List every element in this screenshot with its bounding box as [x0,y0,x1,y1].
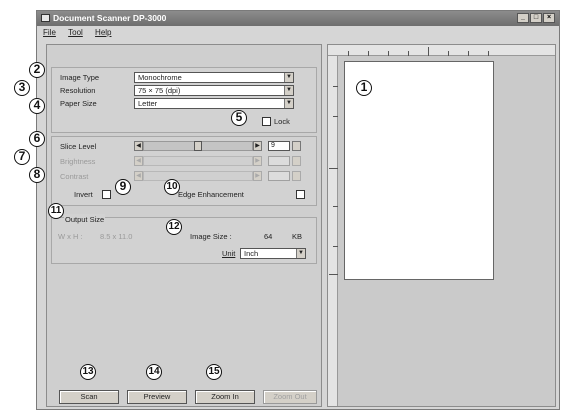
image-type-label: Image Type [60,73,100,82]
slider-thumb[interactable] [194,141,202,151]
slice-level-slider[interactable] [143,141,253,151]
chevron-down-icon: ▼ [284,73,293,82]
vertical-ruler [328,56,338,406]
callout-2: 2 [29,62,45,78]
slice-level-label: Slice Level [60,142,97,151]
menu-tool[interactable]: Tool [68,28,83,37]
preview-area [327,44,556,407]
paper-size-select[interactable]: Letter ▼ [134,98,294,109]
contrast-label: Contrast [60,172,89,181]
output-size-group: Output Size W x H : 8.5 x 11.0 Image Siz… [51,214,317,264]
slice-level-value[interactable]: 9 [268,141,290,151]
callout-13: 13 [80,364,96,380]
unit-select[interactable]: Inch ▼ [240,248,306,259]
brightness-slider[interactable] [143,156,253,166]
window-title: Document Scanner DP-3000 [53,13,167,23]
chevron-down-icon: ▼ [284,86,293,95]
callout-5: 5 [231,110,247,126]
app-icon [41,14,50,22]
edge-enhancement-label: Edge Enhancement [178,190,244,199]
title-bar: Document Scanner DP-3000 _ □ × [37,11,559,26]
image-size-value: 64 [264,232,273,241]
settings-panel: Image Type Monochrome ▼ Resolution 75 × … [46,44,322,407]
chevron-down-icon: ▼ [296,249,305,258]
contrast-left-arrow[interactable]: ◀ [134,171,143,181]
zoom-out-button[interactable]: Zoom Out [263,390,317,404]
horizontal-ruler [328,45,555,56]
callout-8: 8 [29,167,45,183]
unit-label: Unit [222,249,236,258]
scan-button[interactable]: Scan [59,390,119,404]
slice-level-left-arrow[interactable]: ◀ [134,141,143,151]
close-button[interactable]: × [543,13,555,23]
callout-14: 14 [146,364,162,380]
lock-checkbox[interactable] [262,117,271,126]
menu-bar: File Tool Help [37,26,559,39]
image-size-label: Image Size : [190,232,232,241]
invert-label: Invert [74,190,93,199]
callout-4: 4 [29,98,45,114]
contrast-right-arrow[interactable]: ▶ [253,171,262,181]
image-type-select[interactable]: Monochrome ▼ [134,72,294,83]
contrast-value[interactable] [268,171,290,181]
callout-11: 11 [48,203,64,219]
maximize-button[interactable]: □ [530,13,542,23]
lock-label: Lock [274,117,290,126]
preview-button[interactable]: Preview [127,390,187,404]
image-type-value: Monochrome [138,73,182,82]
brightness-value[interactable] [268,156,290,166]
wh-label: W x H : [58,232,83,241]
callout-9: 9 [115,179,131,195]
chevron-down-icon: ▼ [284,99,293,108]
invert-checkbox[interactable] [102,190,111,199]
resolution-select[interactable]: 75 × 75 (dpi) ▼ [134,85,294,96]
paper-size-label: Paper Size [60,99,97,108]
callout-3: 3 [14,80,30,96]
resolution-value: 75 × 75 (dpi) [138,86,181,95]
callout-10: 10 [164,179,180,195]
brightness-left-arrow[interactable]: ◀ [134,156,143,166]
resolution-label: Resolution [60,86,96,95]
slice-level-right-arrow[interactable]: ▶ [253,141,262,151]
adjustments-group: Slice Level ◀ ▶ 9 Brightness ◀ ▶ Contras… [51,136,317,206]
window-controls: _ □ × [517,13,555,23]
callout-1: 1 [356,80,372,96]
brightness-spin[interactable] [292,156,301,166]
unit-value: Inch [244,249,259,258]
wh-value: 8.5 x 11.0 [100,232,133,241]
callout-7: 7 [14,149,30,165]
slice-level-spin[interactable] [292,141,301,151]
callout-15: 15 [206,364,222,380]
callout-6: 6 [29,131,45,147]
image-size-unit: KB [292,232,303,241]
callout-12: 12 [166,219,182,235]
menu-file[interactable]: File [43,28,56,37]
zoom-in-button[interactable]: Zoom In [195,390,255,404]
contrast-slider[interactable] [143,171,253,181]
output-size-label: Output Size [64,214,106,225]
edge-enhancement-checkbox[interactable] [296,190,305,199]
minimize-button[interactable]: _ [517,13,529,23]
menu-help[interactable]: Help [95,28,111,37]
scanner-window: Document Scanner DP-3000 _ □ × File Tool… [36,10,560,410]
scan-settings-group: Image Type Monochrome ▼ Resolution 75 × … [51,67,317,133]
brightness-label: Brightness [60,157,96,166]
contrast-spin[interactable] [292,171,301,181]
brightness-right-arrow[interactable]: ▶ [253,156,262,166]
paper-size-value: Letter [138,99,158,108]
